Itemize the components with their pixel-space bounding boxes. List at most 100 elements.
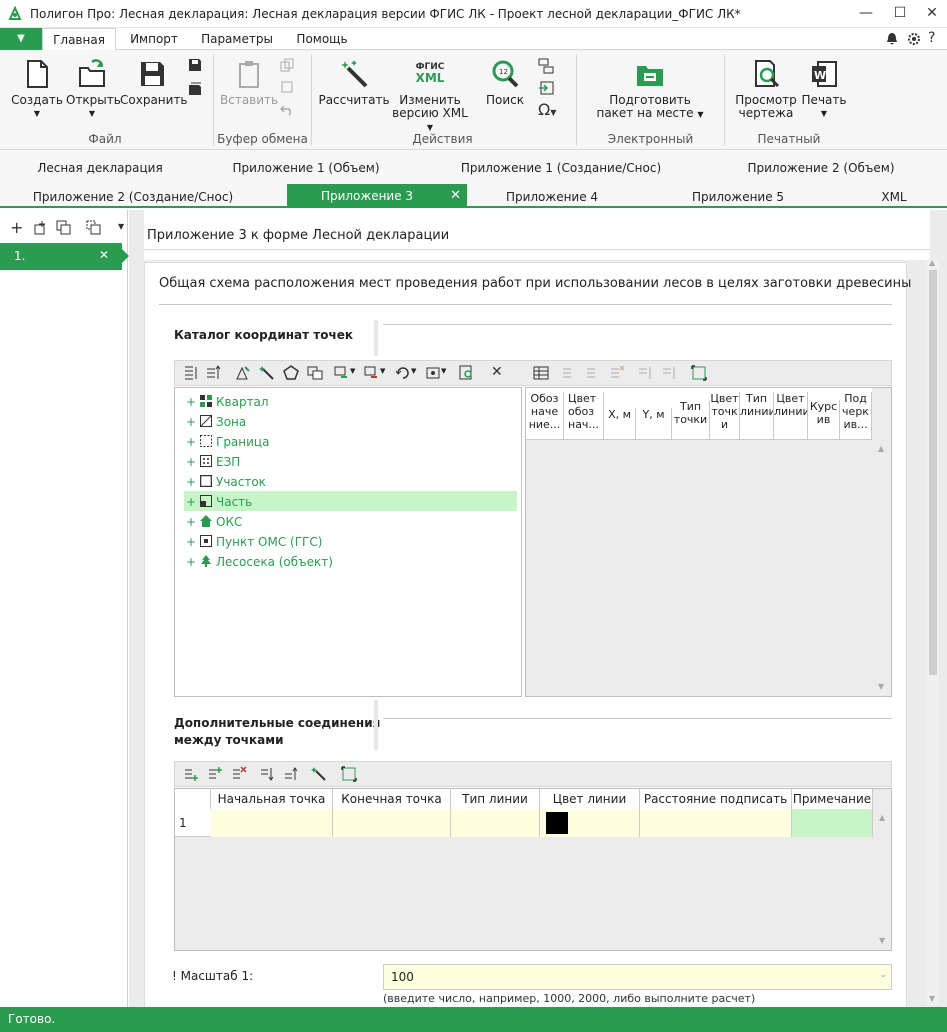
import-xy-dropdown[interactable]: ▼ — [350, 367, 355, 375]
coordinates-table-icon[interactable] — [538, 58, 554, 74]
open-button[interactable]: Открыть ▼ — [66, 58, 121, 120]
color-swatch[interactable] — [546, 812, 568, 834]
move-down-icon[interactable] — [637, 365, 653, 381]
col-x[interactable]: X, м — [604, 408, 636, 440]
table-view-icon[interactable] — [533, 365, 549, 381]
copy-object-icon[interactable] — [307, 365, 323, 381]
col-point-color[interactable]: Цвет точк и — [710, 392, 740, 440]
cut-icon[interactable] — [280, 80, 294, 94]
move-connection-down-icon[interactable] — [259, 766, 275, 782]
col-line-type[interactable]: Тип линии — [740, 392, 774, 440]
draw-polygon-icon[interactable] — [235, 365, 251, 381]
file-menu-button[interactable]: ▼ — [0, 28, 42, 50]
delete-connection-icon[interactable] — [231, 766, 247, 782]
tab-help[interactable]: Помощь — [288, 28, 356, 50]
tree-node-chast[interactable]: + Часть — [186, 495, 252, 509]
tree-node-ezp[interactable]: + ЕЗП — [186, 455, 240, 469]
grid-scroll-up[interactable]: ▲ — [879, 813, 885, 822]
tree-node-zona[interactable]: + Зона — [186, 415, 246, 429]
col-line-color[interactable]: Цвет линии — [540, 789, 640, 809]
remove-item-icon[interactable]: ✕ — [99, 248, 109, 262]
paste-button[interactable]: Вставить — [220, 58, 278, 107]
col-sign-distance[interactable]: Расстояние подписать — [640, 789, 792, 809]
insert-row-icon[interactable] — [585, 365, 601, 381]
add-row-icon[interactable] — [561, 365, 577, 381]
scale-input[interactable]: 100 ⌄ — [383, 964, 892, 990]
find-icon[interactable] — [459, 365, 475, 381]
fit-frame-icon[interactable] — [341, 766, 357, 782]
line-color-cell[interactable] — [540, 809, 640, 837]
sign-distance-cell[interactable] — [640, 809, 792, 837]
tab-appendix1-create[interactable]: Приложение 1 (Создание/Снос) — [460, 161, 662, 175]
tree-node-lesoseka[interactable]: + Лесосека (объект) — [186, 555, 333, 569]
tab-parameters[interactable]: Параметры — [196, 28, 278, 50]
import-xy-icon[interactable] — [333, 365, 349, 381]
rotate-icon[interactable] — [395, 365, 411, 381]
tab-appendix3[interactable]: Приложение 3 ✕ — [287, 184, 467, 208]
panel-menu-dropdown[interactable]: ▼ — [118, 222, 124, 231]
sort-down-icon[interactable] — [183, 365, 199, 381]
grid-scroll-down[interactable]: ▼ — [878, 682, 884, 691]
copy-icon[interactable] — [280, 58, 294, 72]
col-y[interactable]: Y, м — [636, 408, 672, 440]
move-up-icon[interactable] — [661, 365, 677, 381]
note-cell[interactable] — [792, 809, 873, 837]
sort-up-icon[interactable] — [205, 365, 221, 381]
tab-appendix1-volume[interactable]: Приложение 1 (Объем) — [225, 161, 387, 175]
prepare-package-button[interactable]: Подготовить пакет на месте ▼ — [596, 58, 704, 121]
save-as-icon[interactable] — [188, 58, 202, 72]
add-connection-icon[interactable] — [183, 766, 199, 782]
create-button[interactable]: Создать ▼ — [10, 58, 64, 120]
rotate-dropdown[interactable]: ▼ — [411, 367, 416, 375]
chevron-down-icon[interactable]: ⌄ — [879, 970, 887, 980]
col-designation-color[interactable]: Цвет обоз нач... — [564, 392, 604, 440]
col-end-point[interactable]: Конечная точка — [333, 789, 451, 809]
pentagon-icon[interactable] — [283, 365, 299, 381]
duplicate-icon[interactable] — [56, 220, 72, 236]
copy-item-icon[interactable] — [86, 220, 102, 236]
delete-row-icon[interactable] — [609, 365, 625, 381]
col-start-point[interactable]: Начальная точка — [211, 789, 333, 809]
col-italic[interactable]: Курс ив — [808, 400, 840, 440]
start-point-cell[interactable] — [211, 809, 333, 837]
layers-icon[interactable] — [425, 365, 441, 381]
tree-node-kvartal[interactable]: + Квартал — [186, 395, 269, 409]
save-all-icon[interactable] — [188, 82, 202, 96]
change-xml-version-button[interactable]: ФГИС XML Изменить версию XML ▼ — [390, 58, 470, 134]
tab-main[interactable]: Главная — [42, 28, 116, 51]
export-xy-icon[interactable] — [363, 365, 379, 381]
insert-connection-icon[interactable] — [207, 766, 223, 782]
move-connection-up-icon[interactable] — [283, 766, 299, 782]
omega-symbol-icon[interactable]: Ω▼ — [538, 100, 556, 119]
auto-connect-icon[interactable] — [311, 766, 327, 782]
tab-forest-declaration[interactable]: Лесная декларация — [20, 161, 180, 175]
grid-scroll-down[interactable]: ▼ — [879, 936, 885, 945]
close-tab-icon[interactable]: ✕ — [450, 184, 461, 208]
tab-xml[interactable]: XML — [868, 190, 920, 204]
col-underline[interactable]: Под черк ив... — [840, 392, 872, 440]
grid-scroll-up[interactable]: ▲ — [878, 444, 884, 453]
tab-appendix5[interactable]: Приложение 5 — [684, 190, 792, 204]
bell-icon[interactable] — [884, 31, 900, 47]
tab-appendix4[interactable]: Приложение 4 — [498, 190, 606, 204]
line-type-cell[interactable] — [451, 809, 540, 837]
settings-gear-icon[interactable] — [906, 31, 922, 47]
help-icon[interactable]: ? — [928, 30, 935, 46]
col-point-type[interactable]: Тип точки — [672, 400, 710, 440]
layers-dropdown[interactable]: ▼ — [441, 367, 446, 375]
scroll-thumb[interactable] — [929, 270, 937, 675]
import-arrow-icon[interactable] — [538, 80, 554, 96]
export-xy-dropdown[interactable]: ▼ — [380, 367, 385, 375]
col-note[interactable]: Примечание — [792, 789, 873, 809]
calculate-button[interactable]: Рассчитать — [318, 58, 390, 107]
wand-number-icon[interactable] — [259, 365, 275, 381]
add-icon[interactable]: + — [10, 218, 23, 237]
tree-node-oms-point[interactable]: + Пункт ОМС (ГГС) — [186, 535, 322, 549]
col-line-color[interactable]: Цвет линии — [774, 392, 808, 440]
delete-icon[interactable]: ✕ — [491, 364, 503, 380]
tree-node-oks[interactable]: + ОКС — [186, 515, 242, 529]
table-row[interactable]: 1 — [175, 809, 873, 837]
save-button[interactable]: Сохранить — [120, 58, 188, 107]
tree-node-uchastok[interactable]: + Участок — [186, 475, 266, 489]
tree-node-granica[interactable]: + Граница — [186, 435, 269, 449]
